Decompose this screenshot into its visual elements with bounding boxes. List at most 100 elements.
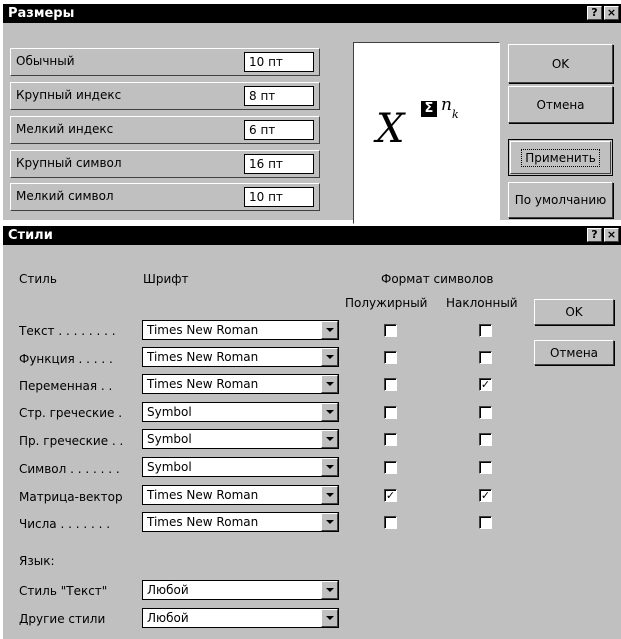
- font-select-function[interactable]: Times New Roman: [142, 347, 339, 367]
- size-label: Крупный символ: [16, 156, 122, 170]
- bold-checkbox-uc-greek[interactable]: [384, 433, 397, 446]
- cancel-button-label: Отмена: [549, 345, 599, 360]
- apply-button[interactable]: Применить: [508, 139, 613, 176]
- bold-checkbox-function[interactable]: [384, 351, 397, 364]
- chevron-down-icon[interactable]: [321, 321, 338, 339]
- preview-exponent: n: [441, 95, 452, 115]
- italic-checkbox-text[interactable]: [479, 324, 492, 337]
- header-format: Формат символов: [381, 272, 494, 286]
- style-label-variable: Переменная . .: [19, 379, 113, 393]
- sizes-dialog-title: Размеры: [8, 6, 75, 21]
- text-style-language-label: Стиль "Текст": [19, 584, 108, 598]
- language-select-value: Любой: [147, 611, 189, 625]
- ok-button[interactable]: OK: [534, 299, 614, 325]
- italic-checkbox-numbers[interactable]: [479, 516, 492, 529]
- font-select-symbol[interactable]: Symbol: [142, 457, 339, 477]
- style-label-text: Текст . . . . . . . .: [19, 324, 116, 338]
- style-label-numbers: Числа . . . . . . .: [19, 517, 111, 531]
- italic-checkbox-function[interactable]: [479, 351, 492, 364]
- preview-subscript: k: [452, 108, 459, 121]
- font-select-lc-greek[interactable]: Symbol: [142, 402, 339, 422]
- italic-checkbox-symbol[interactable]: [479, 461, 492, 474]
- font-select-value: Times New Roman: [147, 515, 259, 529]
- ok-button[interactable]: OK: [508, 44, 613, 83]
- header-bold: Полужирный: [345, 296, 428, 310]
- ok-button-label: OK: [565, 305, 583, 319]
- style-label-symbol: Символ . . . . . . .: [19, 462, 120, 476]
- italic-checkbox-lc-greek[interactable]: [479, 406, 492, 419]
- size-label: Мелкий индекс: [16, 122, 114, 136]
- cancel-button[interactable]: Отмена: [534, 340, 614, 365]
- help-button[interactable]: ?: [587, 228, 602, 242]
- style-label-lc-greek: Стр. греческие .: [19, 406, 123, 420]
- chevron-down-icon[interactable]: [321, 486, 338, 504]
- close-button[interactable]: ×: [604, 228, 619, 242]
- italic-checkbox-matrix-vector[interactable]: ✓: [479, 489, 492, 502]
- italic-checkbox-uc-greek[interactable]: [479, 433, 492, 446]
- chevron-down-icon[interactable]: [321, 430, 338, 448]
- chevron-down-icon[interactable]: [321, 581, 338, 599]
- font-select-value: Symbol: [147, 432, 192, 446]
- font-select-value: Times New Roman: [147, 323, 259, 337]
- size-row-large-symbol: Крупный символ 16 пт: [10, 150, 320, 178]
- bold-checkbox-numbers[interactable]: [384, 516, 397, 529]
- chevron-down-icon[interactable]: [321, 375, 338, 393]
- font-select-text[interactable]: Times New Roman: [142, 320, 339, 340]
- text-style-language-select[interactable]: Любой: [142, 580, 339, 600]
- default-button[interactable]: По умолчанию: [508, 182, 613, 218]
- other-styles-language-label: Другие стили: [19, 612, 106, 626]
- sigma-icon: Σ: [421, 101, 437, 117]
- cancel-button[interactable]: Отмена: [508, 86, 613, 123]
- size-label: Крупный индекс: [16, 88, 122, 102]
- ok-button-label: OK: [551, 56, 570, 71]
- font-select-value: Times New Roman: [147, 350, 259, 364]
- styles-dialog-title: Стили: [8, 228, 53, 243]
- size-row-large-index: Крупный индекс 8 пт: [10, 82, 320, 110]
- size-input-normal[interactable]: 10 пт: [244, 52, 314, 72]
- size-label: Обычный: [16, 54, 75, 68]
- sizes-dialog: Размеры ? × Обычный 10 пт Крупный индекс…: [3, 4, 621, 224]
- header-style: Стиль: [19, 272, 57, 286]
- style-label-function: Функция . . . . .: [19, 352, 113, 366]
- style-label-matrix-vector: Матрица-вектор: [19, 490, 123, 504]
- font-select-value: Times New Roman: [147, 488, 259, 502]
- bold-checkbox-lc-greek[interactable]: [384, 406, 397, 419]
- close-button[interactable]: ×: [604, 6, 619, 20]
- default-button-label: По умолчанию: [514, 193, 607, 207]
- size-row-small-index: Мелкий индекс 6 пт: [10, 116, 320, 144]
- bold-checkbox-variable[interactable]: [384, 378, 397, 391]
- size-input-large-symbol[interactable]: 16 пт: [244, 154, 314, 174]
- chevron-down-icon[interactable]: [321, 513, 338, 531]
- italic-checkbox-variable[interactable]: ✓: [479, 378, 492, 391]
- chevron-down-icon[interactable]: [321, 403, 338, 421]
- size-input-large-index[interactable]: 8 пт: [244, 86, 314, 106]
- style-label-uc-greek: Пр. греческие . .: [19, 434, 124, 448]
- cancel-button-label: Отмена: [536, 97, 585, 112]
- bold-checkbox-symbol[interactable]: [384, 461, 397, 474]
- size-row-small-symbol: Мелкий символ 10 пт: [10, 183, 320, 211]
- size-label: Мелкий символ: [16, 189, 114, 203]
- font-select-value: Symbol: [147, 460, 192, 474]
- size-preview: X Σ n k: [353, 42, 500, 224]
- styles-dialog: Стили ? × Стиль Шрифт Формат символов По…: [3, 226, 621, 639]
- language-label: Язык:: [19, 554, 55, 568]
- size-input-small-index[interactable]: 6 пт: [244, 120, 314, 140]
- header-font: Шрифт: [143, 272, 189, 286]
- bold-checkbox-matrix-vector[interactable]: ✓: [384, 489, 397, 502]
- styles-title-bar: Стили ? ×: [3, 226, 621, 245]
- help-button[interactable]: ?: [587, 6, 602, 20]
- font-select-variable[interactable]: Times New Roman: [142, 374, 339, 394]
- font-select-matrix-vector[interactable]: Times New Roman: [142, 485, 339, 505]
- size-input-small-symbol[interactable]: 10 пт: [244, 187, 314, 207]
- chevron-down-icon[interactable]: [321, 609, 338, 627]
- header-italic: Наклонный: [446, 296, 518, 310]
- font-select-numbers[interactable]: Times New Roman: [142, 512, 339, 532]
- sizes-title-bar: Размеры ? ×: [3, 4, 621, 23]
- chevron-down-icon[interactable]: [321, 348, 338, 366]
- bold-checkbox-text[interactable]: [384, 324, 397, 337]
- font-select-value: Times New Roman: [147, 377, 259, 391]
- font-select-uc-greek[interactable]: Symbol: [142, 429, 339, 449]
- size-row-normal: Обычный 10 пт: [10, 48, 320, 76]
- other-styles-language-select[interactable]: Любой: [142, 608, 339, 628]
- chevron-down-icon[interactable]: [321, 458, 338, 476]
